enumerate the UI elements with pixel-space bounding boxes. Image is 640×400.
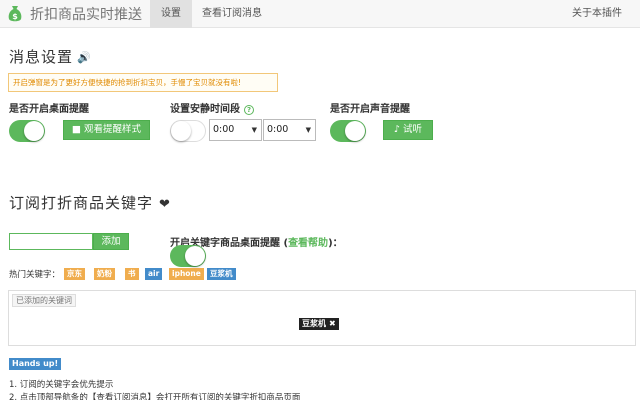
note-item: 1. 订阅的关键字会优先提示 [9,380,114,390]
quiet-time-label: 设置安静时间段 [170,104,240,115]
toggle-knob [24,121,44,141]
hot-keyword-tag[interactable]: iphone [169,268,204,280]
add-keyword-button[interactable]: 添加 [93,233,129,250]
toggle-knob [185,246,205,266]
caret-down-icon: ▼ [251,126,257,134]
added-keyword-tag: 豆浆机 ✖ [299,318,339,330]
notify-tip: 开启弹窗是为了更好方便快捷的抢到折扣宝贝，手慢了宝贝就没有啦! [8,73,278,92]
preview-style-button[interactable]: ■ 观看提醒样式 [63,120,150,140]
toggle-knob [345,121,365,141]
quiet-time-label-wrap: 设置安静时间段? [170,100,254,115]
subscribe-title: 订阅打折商品关键字 [9,194,154,212]
desktop-notify-label: 是否开启桌面提醒 [9,104,89,115]
speaker-icon: 🔊 [77,51,92,64]
toggle-knob [171,121,191,141]
hot-keywords-label: 热门关键字： [9,270,61,280]
quiet-time-toggle[interactable] [170,120,206,142]
close-icon[interactable]: ✖ [329,319,336,328]
keyword-alert-help-close: )： [328,238,343,249]
desktop-notify-toggle[interactable] [9,120,45,142]
comment-icon: ■ [71,124,81,135]
top-navbar: $ 折扣商品实时推送 设置 查看订阅消息 关于本插件 [0,0,640,28]
added-keywords-panel: 已添加的关键词 豆浆机 ✖ [8,290,636,346]
sound-test-button[interactable]: ♪ 试听 [383,120,433,140]
question-icon[interactable]: ? [244,105,254,115]
subscribe-heading: 订阅打折商品关键字 ❤ [9,192,171,213]
quiet-time-to-select[interactable]: 0:00 ▼ [263,119,316,141]
quiet-time-from-select[interactable]: 0:00 ▼ [209,119,262,141]
svg-text:$: $ [12,12,18,21]
sound-notify-toggle[interactable] [330,120,366,142]
keyword-help-link[interactable]: 查看帮助 [288,238,328,249]
hot-keyword-tag[interactable]: 豆浆机 [207,268,236,280]
heart-icon: ❤ [159,197,171,212]
added-keywords-title: 已添加的关键词 [12,294,76,307]
preview-style-label: 观看提醒样式 [84,124,142,135]
tab-view-subscriptions[interactable]: 查看订阅消息 [192,0,272,28]
brand[interactable]: $ 折扣商品实时推送 [8,4,142,24]
brand-title: 折扣商品实时推送 [30,7,142,23]
keyword-input[interactable] [9,233,93,250]
quiet-time-to-value: 0:00 [267,124,289,135]
keyword-alert-toggle[interactable] [170,245,206,267]
sound-test-label: 试听 [403,124,423,135]
quiet-time-from-value: 0:00 [213,124,235,135]
about-link[interactable]: 关于本插件 [572,0,622,28]
hot-keyword-tag[interactable]: 书 [125,268,139,280]
hot-keyword-tag[interactable]: 京东 [64,268,85,280]
added-keyword-text: 豆浆机 [302,319,326,328]
tab-settings[interactable]: 设置 [150,0,192,28]
caret-down-icon: ▼ [305,126,311,134]
hot-keyword-tag[interactable]: air [145,268,163,280]
hot-keyword-tag[interactable]: 奶粉 [94,268,115,280]
notify-settings-title: 消息设置 [9,48,74,66]
money-bag-icon: $ [8,6,22,22]
hands-up-badge: Hands up! [9,358,62,370]
music-note-icon: ♪ [393,124,401,135]
note-item: 2. 点击顶部导航条的【查看订阅消息】会打开所有订阅的关键字折扣商品页面 [9,393,301,400]
notify-settings-heading: 消息设置 🔊 [9,46,92,67]
sound-notify-label: 是否开启声音提醒 [330,104,410,115]
